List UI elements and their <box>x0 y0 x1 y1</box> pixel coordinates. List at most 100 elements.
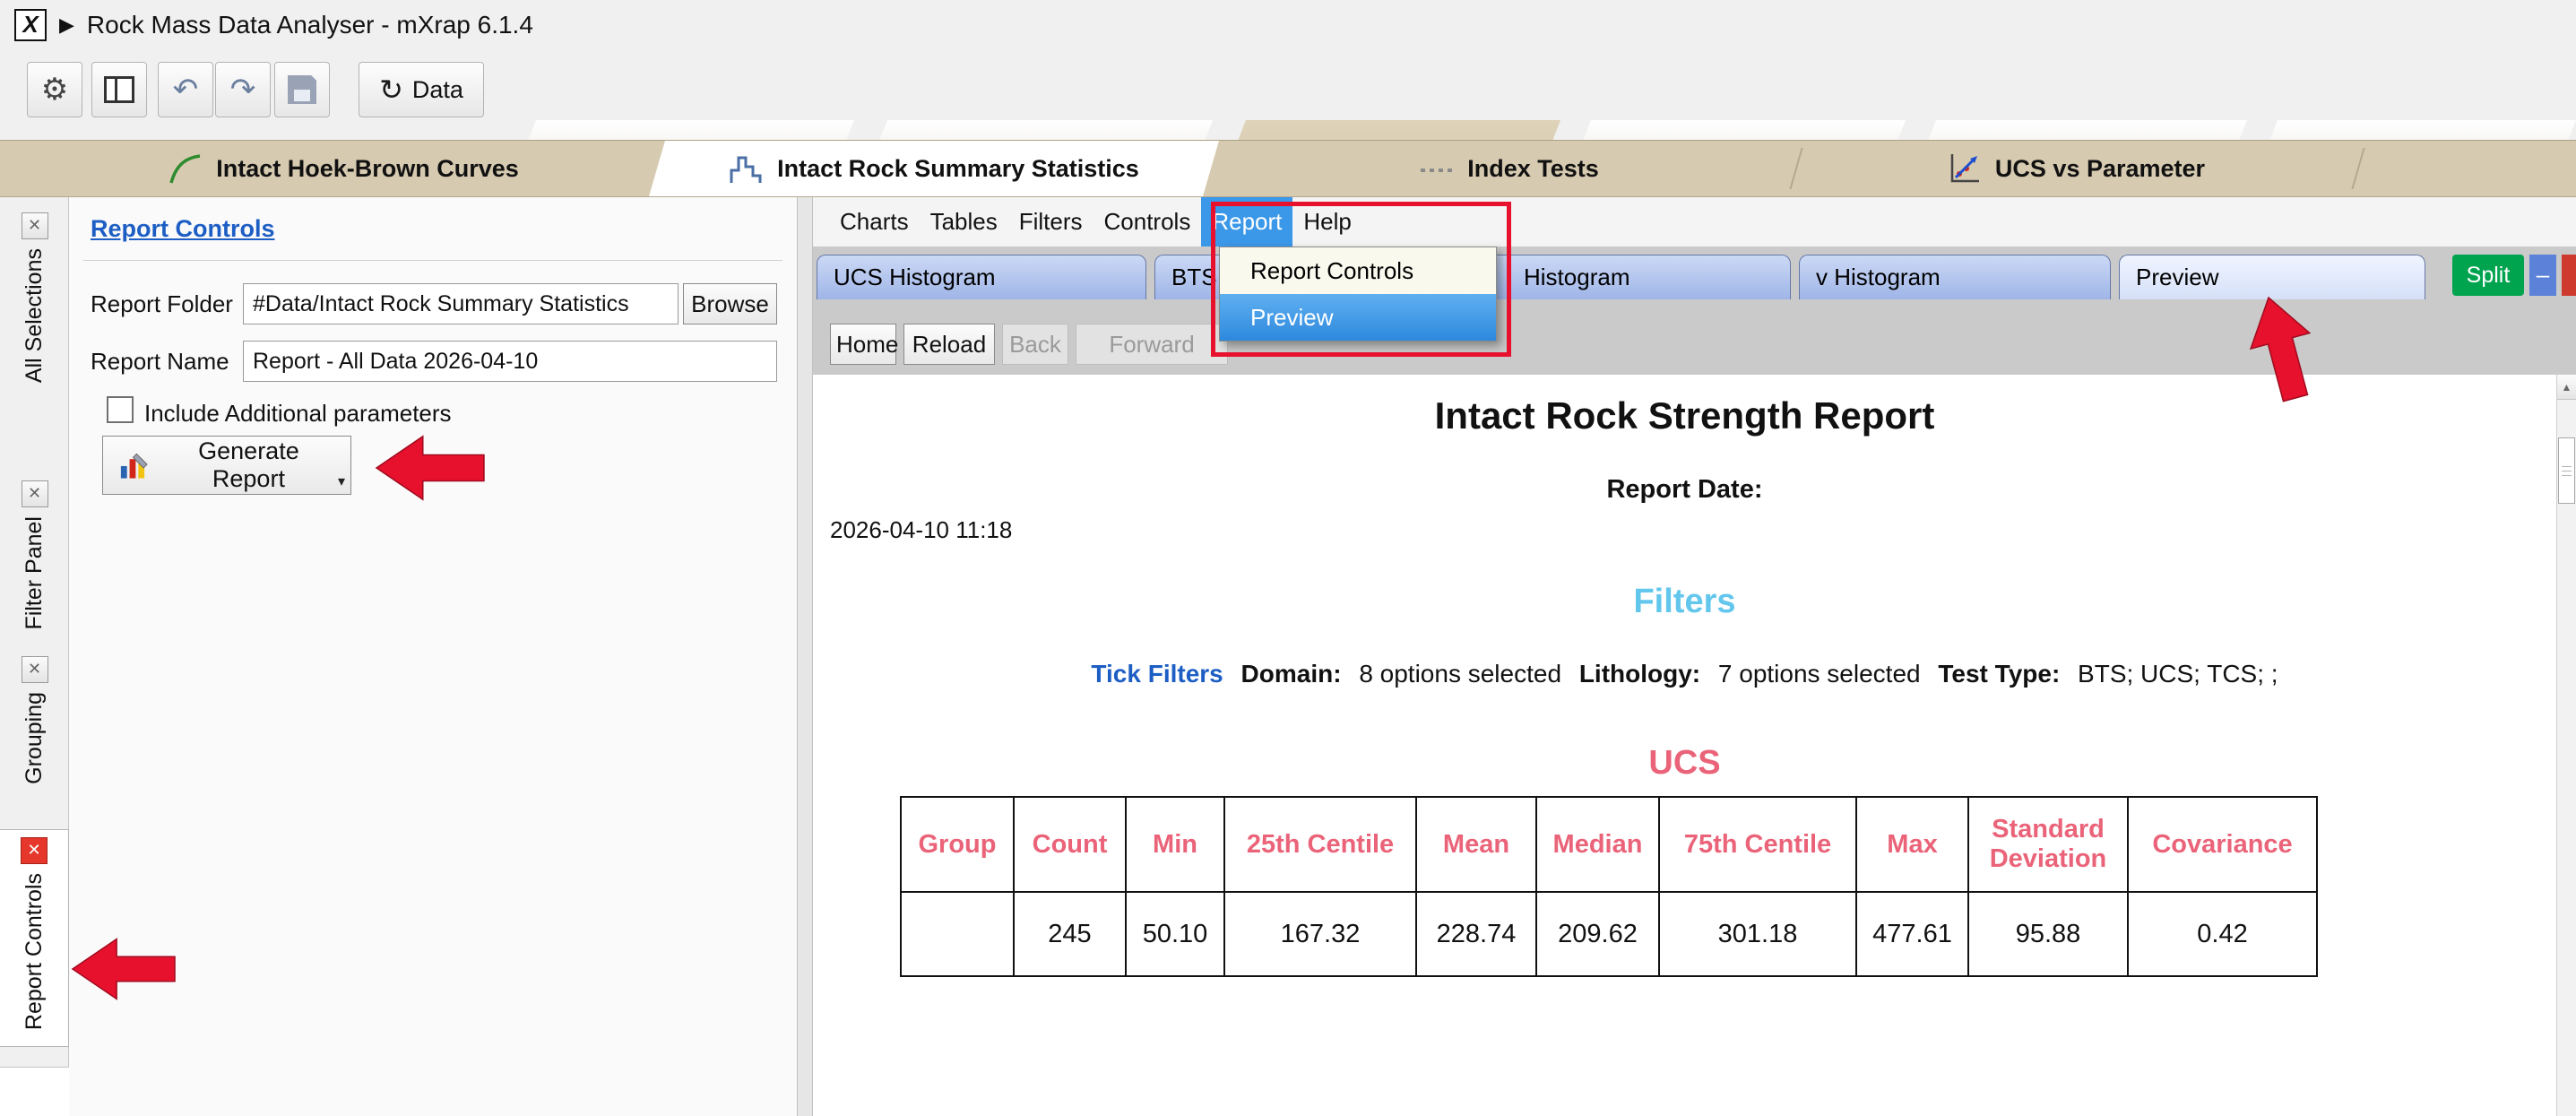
sidebar-bottom-panel <box>0 1067 69 1116</box>
close-icon[interactable]: ✕ <box>22 212 48 239</box>
subtab-label: Intact Rock Summary Statistics <box>777 155 1139 183</box>
report-date-value: 2026-04-10 11:18 <box>830 516 1012 544</box>
data-refresh-button[interactable]: ↻ Data <box>359 62 484 117</box>
tick-filters-label: Tick Filters <box>1091 660 1223 688</box>
home-button[interactable]: Home <box>830 324 896 365</box>
title-bar: X ▶ Rock Mass Data Analyser - mXrap 6.1.… <box>0 0 2576 49</box>
menu-filters[interactable]: Filters <box>1008 197 1094 247</box>
sidebar-item-grouping[interactable]: ✕ Grouping <box>0 649 69 800</box>
include-additional-parameters-checkbox[interactable] <box>107 396 134 423</box>
left-sidebar: ✕ All Selections ✕ Filter Panel ✕ Groupi… <box>0 197 69 1116</box>
generate-report-label: Generate Report <box>161 437 336 493</box>
subtab-intact-rock-summary-statistics[interactable]: Intact Rock Summary Statistics <box>649 141 1219 196</box>
app-logo-icon: X <box>14 9 47 41</box>
cell: 245 <box>1014 892 1126 976</box>
close-icon[interactable]: ✕ <box>22 656 48 683</box>
test-type-value: BTS; UCS; TCS; ; <box>2078 660 2278 688</box>
domain-value: 8 options selected <box>1359 660 1561 688</box>
report-chart-icon <box>117 448 151 482</box>
subtab-index-tests[interactable]: Index Tests <box>1227 141 1791 196</box>
subtab-strip: Intact Hoek-Brown Curves Intact Rock Sum… <box>0 140 2576 197</box>
col-header: Group <box>901 797 1014 892</box>
cell: 477.61 <box>1856 892 1968 976</box>
col-header: Min <box>1126 797 1224 892</box>
doctab-ucs-histogram[interactable]: UCS Histogram <box>817 255 1146 299</box>
close-icon[interactable]: ✕ <box>22 480 48 507</box>
refresh-icon: ↻ <box>379 73 403 107</box>
annotation-arrow-report-controls <box>71 930 177 1008</box>
subtab-intact-hoek-brown-curves[interactable]: Intact Hoek-Brown Curves <box>46 141 641 196</box>
dashed-line-icon <box>1419 151 1455 186</box>
panel-splitter[interactable] <box>797 197 813 1116</box>
annotation-arrow-generate-report <box>375 432 486 504</box>
subtab-label: Intact Hoek-Brown Curves <box>216 155 519 183</box>
window-title: Rock Mass Data Analyser - mXrap 6.1.4 <box>87 11 533 39</box>
settings-button[interactable]: ⚙ <box>27 62 82 117</box>
data-button-label: Data <box>412 76 463 104</box>
save-icon <box>288 75 316 104</box>
checkbox-label: Include Additional parameters <box>144 400 452 428</box>
scrollbar-thumb[interactable] <box>2558 437 2575 504</box>
doctab-histogram[interactable]: Histogram <box>1473 255 1791 299</box>
minimize-button[interactable]: – <box>2529 255 2556 296</box>
sidebar-item-filter-panel[interactable]: ✕ Filter Panel <box>0 473 69 645</box>
reload-button[interactable]: Reload <box>903 324 995 365</box>
generate-report-button[interactable]: Generate Report ▾ <box>102 436 351 495</box>
cell: 0.42 <box>2128 892 2317 976</box>
undo-button[interactable]: ↶ <box>158 62 213 117</box>
doctab-v-histogram[interactable]: v Histogram <box>1799 255 2111 299</box>
save-button[interactable] <box>274 62 330 117</box>
cell: 228.74 <box>1416 892 1536 976</box>
cell: 50.10 <box>1126 892 1224 976</box>
divider <box>83 260 782 261</box>
close-button-partial[interactable] <box>2562 255 2576 296</box>
scroll-up-icon[interactable]: ▲ <box>2557 375 2576 400</box>
sidebar-item-report-controls[interactable]: ✕ Report Controls <box>0 829 69 1047</box>
report-folder-label: Report Folder <box>91 290 233 318</box>
split-button[interactable]: Split <box>2452 255 2524 296</box>
report-title: Intact Rock Strength Report <box>813 394 2556 437</box>
dropdown-caret-icon[interactable]: ▾ <box>338 472 345 490</box>
report-name-label: Report Name <box>91 348 229 376</box>
report-folder-input[interactable] <box>243 283 679 324</box>
play-icon: ▶ <box>59 13 74 37</box>
subtab-separator <box>2351 148 2364 189</box>
test-type-label: Test Type: <box>1938 660 2060 688</box>
vertical-scrollbar[interactable]: ▲ <box>2556 375 2576 1116</box>
report-controls-link[interactable]: Report Controls <box>91 215 275 243</box>
curves-icon <box>168 151 203 186</box>
col-header: Count <box>1014 797 1126 892</box>
toolbar: ⚙ ↶ ↷ ↻ Data Rock Mass Quality Structura… <box>0 49 2576 140</box>
col-header: 75th Centile <box>1659 797 1856 892</box>
col-header: Covariance <box>2128 797 2317 892</box>
sidebar-item-all-selections[interactable]: ✕ All Selections <box>0 205 69 399</box>
subtab-ucs-vs-parameter[interactable]: UCS vs Parameter <box>1799 141 2353 196</box>
col-header: Standard Deviation <box>1968 797 2128 892</box>
domain-label: Domain: <box>1241 660 1342 688</box>
close-icon[interactable]: ✕ <box>21 837 48 864</box>
forward-button[interactable]: Forward <box>1076 324 1228 365</box>
layout-icon <box>104 76 134 103</box>
ucs-heading: UCS <box>813 744 2556 783</box>
table-header-row: Group Count Min 25th Centile Mean Median… <box>901 797 2317 892</box>
menu-tables[interactable]: Tables <box>920 197 1008 247</box>
menu-charts[interactable]: Charts <box>829 197 920 247</box>
cell: 301.18 <box>1659 892 1856 976</box>
filters-summary: Tick Filters Domain: 8 options selected … <box>813 660 2556 688</box>
back-button[interactable]: Back <box>1002 324 1068 365</box>
annotation-rectangle <box>1211 202 1511 357</box>
cell: 209.62 <box>1536 892 1659 976</box>
cell <box>901 892 1014 976</box>
col-header: Median <box>1536 797 1659 892</box>
subtab-label: UCS vs Parameter <box>1995 155 2205 183</box>
report-name-input[interactable] <box>243 341 777 382</box>
doctab-preview[interactable]: Preview <box>2119 255 2425 299</box>
redo-button[interactable]: ↷ <box>215 62 271 117</box>
browse-button[interactable]: Browse <box>683 283 777 324</box>
layout-button[interactable] <box>91 62 147 117</box>
scatter-arrow-icon <box>1947 151 1983 186</box>
col-header: 25th Centile <box>1224 797 1416 892</box>
col-header: Max <box>1856 797 1968 892</box>
sidebar-item-label: All Selections <box>22 248 48 383</box>
menu-controls[interactable]: Controls <box>1094 197 1202 247</box>
